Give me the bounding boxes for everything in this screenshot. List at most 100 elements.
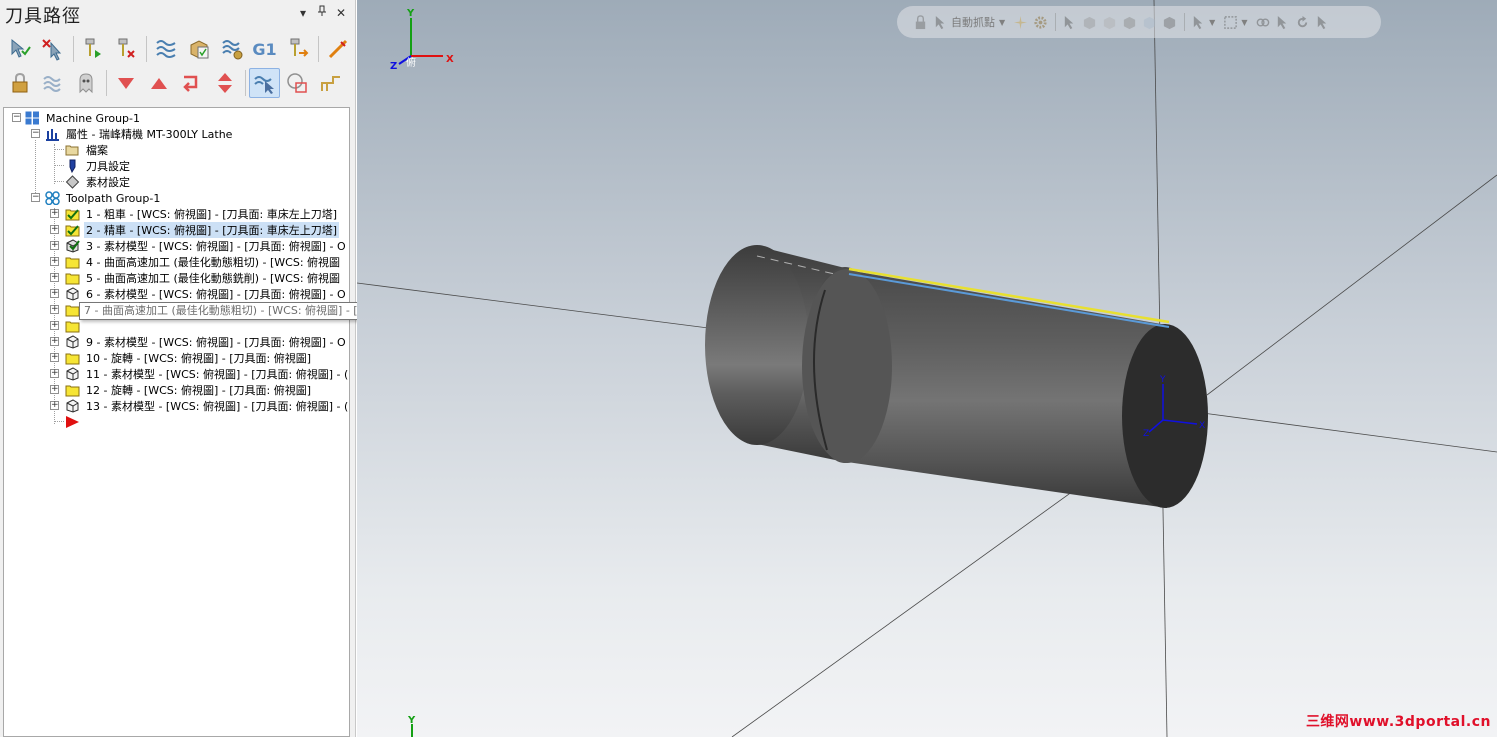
backplot-icon[interactable]	[150, 34, 181, 64]
expander-operation[interactable]: +	[50, 209, 59, 218]
expander-operation[interactable]: +	[50, 289, 59, 298]
tree-properties[interactable]: 屬性 - 瑞峰精機 MT-300LY Lathe	[44, 126, 234, 142]
expander-operation[interactable]: +	[50, 273, 59, 282]
part-axis-x-label: X	[1199, 421, 1205, 431]
sparkle-icon[interactable]	[1011, 13, 1029, 31]
g1-label: G1	[252, 39, 277, 59]
toolpath-group-icon	[44, 191, 60, 205]
expander-machine-group[interactable]: −	[12, 113, 21, 122]
select-all-failed-icon[interactable]	[37, 34, 68, 64]
auto-cursor-label[interactable]: 自動抓點	[951, 14, 995, 30]
gnomon-z-label: Z	[390, 61, 397, 72]
tree-operation[interactable]: 3 - 素材模型 - [WCS: 俯視圖] - [刀具面: 俯視圖] - O	[64, 238, 348, 254]
move-up-icon[interactable]	[143, 68, 174, 98]
expander-operation[interactable]: +	[50, 369, 59, 378]
display-selected-icon[interactable]	[249, 68, 280, 98]
expander-operation[interactable]: +	[50, 305, 59, 314]
gear-icon[interactable]	[1031, 13, 1049, 31]
tree-operation[interactable]: 13 - 素材模型 - [WCS: 俯視圖] - [刀具面: 俯視圖] - (	[64, 398, 349, 414]
verify-selection-icon[interactable]	[1189, 13, 1207, 31]
operation-label: 3 - 素材模型 - [WCS: 俯視圖] - [刀具面: 俯視圖] - O	[86, 240, 346, 253]
expander-operation[interactable]: +	[50, 385, 59, 394]
panel-close-icon[interactable]: ✕	[333, 4, 349, 22]
select-arrow-icon[interactable]	[1060, 13, 1078, 31]
panel-pin-icon[interactable]	[314, 4, 330, 22]
tree-operation[interactable]	[64, 318, 88, 334]
expander-operation[interactable]: +	[50, 353, 59, 362]
select-loop-icon[interactable]	[1160, 13, 1178, 31]
select-all-operations-icon[interactable]	[4, 34, 35, 64]
window-select-dropdown-icon[interactable]: ▼	[1241, 18, 1247, 27]
regenerate-dirty-icon[interactable]	[110, 34, 141, 64]
tree-operation[interactable]: 1 - 粗車 - [WCS: 俯視圖] - [刀具面: 車床左上刀塔]	[64, 206, 339, 222]
verify-icon[interactable]	[183, 34, 214, 64]
select-body-icon[interactable]	[1120, 13, 1138, 31]
view-gnomon: Y X Z 俯	[390, 8, 454, 72]
panel-dropdown-icon[interactable]: ▾	[295, 4, 311, 22]
operation-label: 2 - 精車 - [WCS: 俯視圖] - [刀具面: 車床左上刀塔]	[84, 222, 339, 238]
folder-icon	[64, 383, 80, 397]
lock-icon[interactable]	[4, 68, 35, 98]
tree-operation[interactable]: 12 - 旋轉 - [WCS: 俯視圖] - [刀具面: 俯視圖]	[64, 382, 313, 398]
graphics-viewport[interactable]: Y X Z Y X Z 俯 Y 自動抓點 ▼ ▼ ▼ 三维网www.3dport…	[357, 0, 1497, 737]
toolbar-row-1: G1	[4, 32, 355, 66]
select-solid-icon[interactable]	[1080, 13, 1098, 31]
part-axis-y-label: Y	[1159, 375, 1166, 385]
toggle-display-icon[interactable]	[37, 68, 68, 98]
stock-diamond-icon	[64, 175, 80, 189]
folder-icon	[64, 303, 80, 317]
tree-toolpath-group[interactable]: Toolpath Group-1	[44, 190, 162, 206]
gnomon-view-label: 俯	[406, 56, 416, 69]
tree-machine-group[interactable]: Machine Group-1	[24, 110, 142, 126]
tree-tool-settings[interactable]: 刀具設定	[64, 158, 132, 174]
refresh-icon[interactable]	[1293, 13, 1311, 31]
tree-label: 刀具設定	[86, 160, 130, 173]
stock-display-icon[interactable]	[282, 68, 313, 98]
lock-icon[interactable]	[911, 13, 929, 31]
chain-select-icon[interactable]	[1253, 13, 1271, 31]
ghost-icon[interactable]	[70, 68, 101, 98]
simulate-icon[interactable]	[216, 34, 247, 64]
select-all-icon[interactable]	[1273, 13, 1291, 31]
folder-icon	[64, 255, 80, 269]
select-face-icon[interactable]	[1100, 13, 1118, 31]
tree-operation[interactable]: 10 - 旋轉 - [WCS: 俯視圖] - [刀具面: 俯視圖]	[64, 350, 313, 366]
insert-arrow-icon[interactable]	[176, 68, 207, 98]
tool-manager-icon[interactable]	[282, 34, 313, 64]
move-down-icon[interactable]	[110, 68, 141, 98]
select-edge-icon[interactable]	[1140, 13, 1158, 31]
selection-mode-dropdown-icon[interactable]: ▼	[1209, 18, 1215, 27]
folder-check-icon	[64, 207, 80, 221]
tree-operation[interactable]: 5 - 曲面高速加工 (最佳化動態銑削) - [WCS: 俯視圖	[64, 270, 342, 286]
toolpath-tree[interactable]: − Machine Group-1 − 屬性 - 瑞峰精機 MT-300LY L…	[3, 107, 350, 737]
expander-operation[interactable]: +	[50, 321, 59, 330]
tree-label: 屬性 - 瑞峰精機 MT-300LY Lathe	[66, 128, 233, 141]
expander-toolpath-group[interactable]: −	[31, 193, 40, 202]
auto-cursor-icon[interactable]	[931, 13, 949, 31]
tree-operation[interactable]: 11 - 素材模型 - [WCS: 俯視圖] - [刀具面: 俯視圖] - (	[64, 366, 349, 382]
expander-operation[interactable]: +	[50, 337, 59, 346]
auto-cursor-dropdown-icon[interactable]: ▼	[999, 18, 1005, 27]
expander-operation[interactable]: +	[50, 225, 59, 234]
expander-operation[interactable]: +	[50, 401, 59, 410]
highfeed-icon[interactable]	[322, 34, 353, 64]
tree-stock-settings[interactable]: 素材設定	[64, 174, 132, 190]
regenerate-selected-icon[interactable]	[77, 34, 108, 64]
rapid-icon[interactable]	[315, 68, 346, 98]
tree-operation[interactable]: 6 - 素材模型 - [WCS: 俯視圖] - [刀具面: 俯視圖] - O	[64, 286, 348, 302]
tree-operation[interactable]: 4 - 曲面高速加工 (最佳化動態粗切) - [WCS: 俯視圖	[64, 254, 342, 270]
window-select-icon[interactable]	[1221, 13, 1239, 31]
scroll-icon[interactable]	[209, 68, 240, 98]
tree-operation[interactable]: 9 - 素材模型 - [WCS: 俯視圖] - [刀具面: 俯視圖] - O	[64, 334, 348, 350]
post-g1-icon[interactable]: G1	[249, 34, 280, 64]
part-axis-z-label: Z	[1143, 429, 1149, 439]
undo-select-icon[interactable]	[1313, 13, 1331, 31]
insert-arrow-marker[interactable]	[64, 414, 84, 430]
tree-label: 檔案	[86, 144, 108, 157]
expander-properties[interactable]: −	[31, 129, 40, 138]
operation-label: 5 - 曲面高速加工 (最佳化動態銑削) - [WCS: 俯視圖	[86, 272, 341, 285]
tree-operation[interactable]: 2 - 精車 - [WCS: 俯視圖] - [刀具面: 車床左上刀塔]	[64, 222, 339, 238]
expander-operation[interactable]: +	[50, 241, 59, 250]
tree-files[interactable]: 檔案	[64, 142, 110, 158]
expander-operation[interactable]: +	[50, 257, 59, 266]
